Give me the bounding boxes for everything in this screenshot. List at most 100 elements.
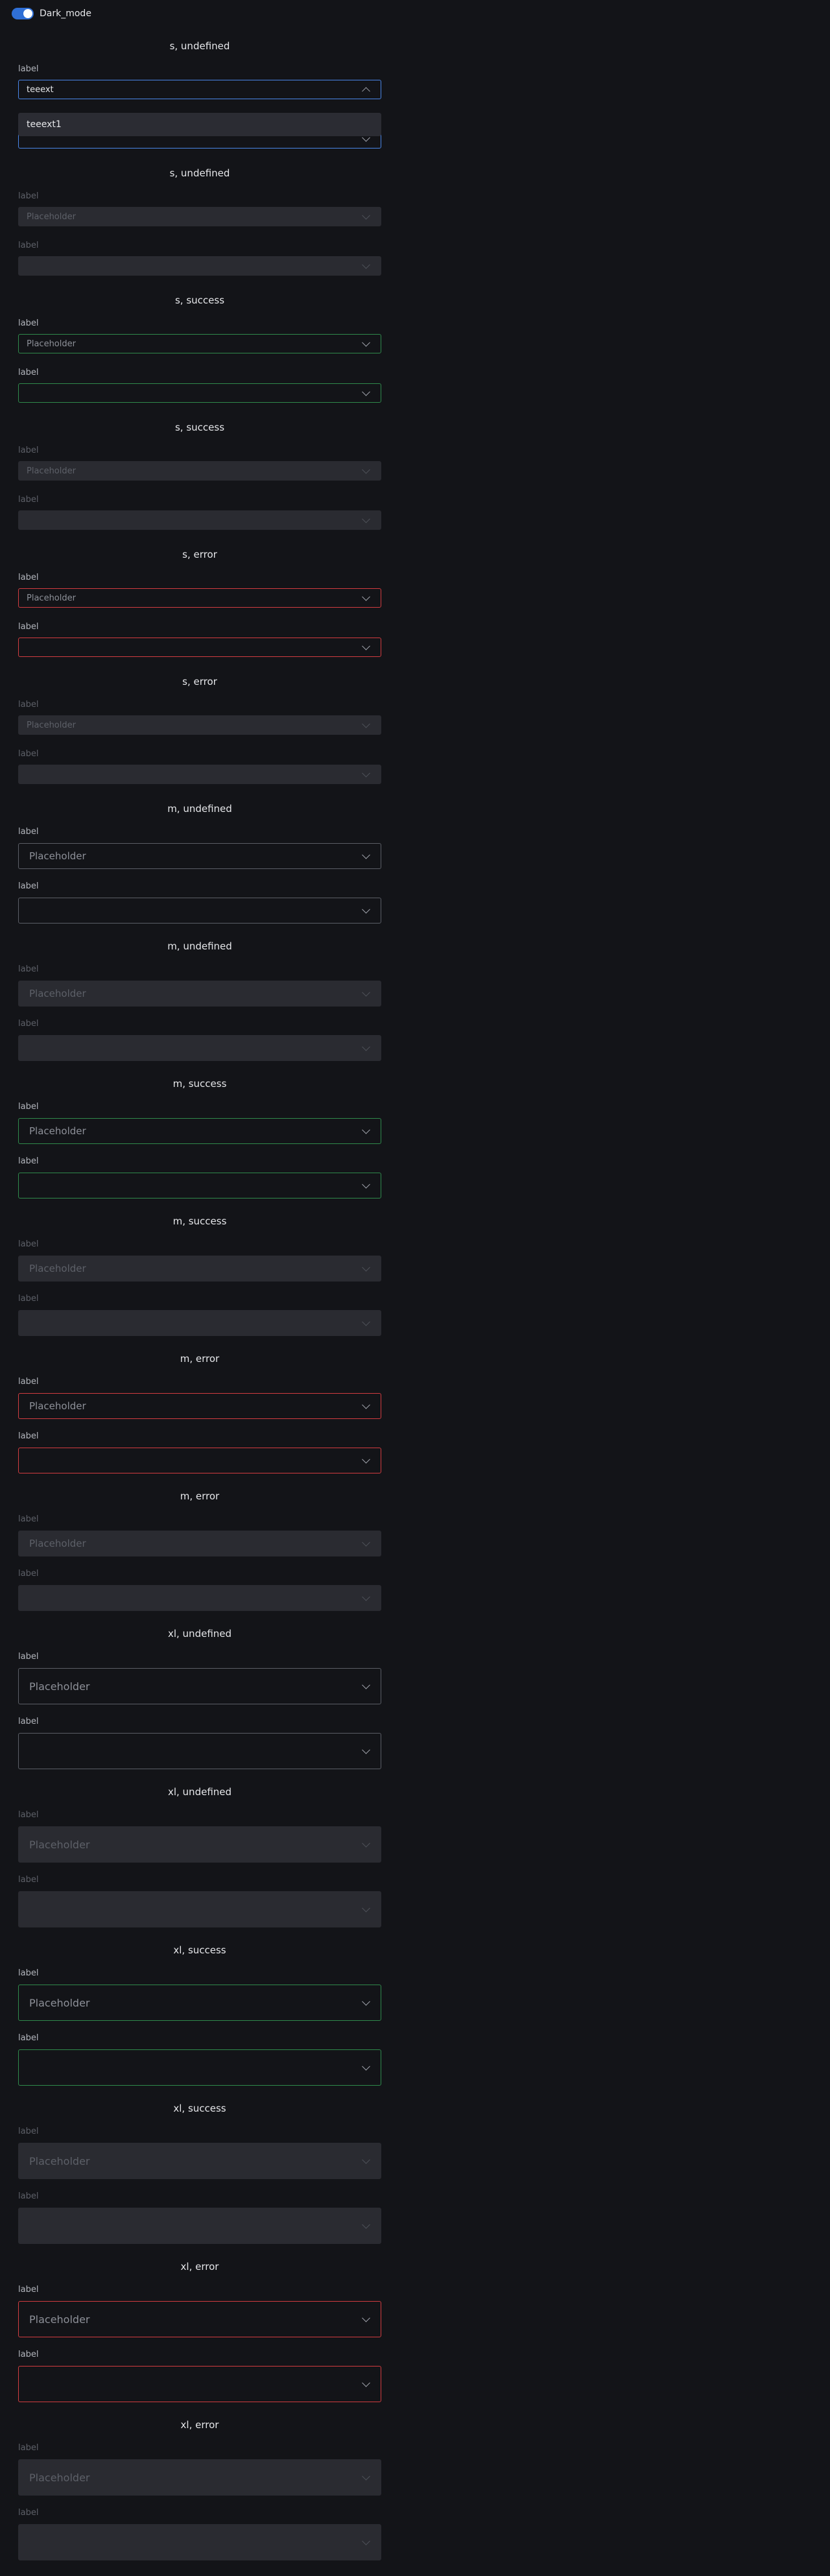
field-label: label (18, 700, 39, 710)
field-label: label (18, 318, 39, 328)
select-placeholder: Placeholder (29, 1996, 90, 2009)
section-title: s, undefined (169, 40, 230, 52)
section-title: s, success (174, 422, 225, 433)
field-label: label (18, 2285, 39, 2295)
field-label: label (18, 64, 39, 74)
chevron-down-icon (362, 2313, 370, 2322)
dark-mode-switch[interactable] (12, 8, 34, 19)
select-placeholder: Placeholder (27, 720, 76, 730)
field-label: label (18, 622, 39, 632)
section-title: xl, error (180, 2419, 219, 2431)
select-input: Placeholder (18, 207, 381, 226)
select-input: Placeholder (18, 1826, 381, 1863)
field-label: label (18, 1156, 39, 1166)
select-input-empty (18, 256, 381, 276)
select-input: Placeholder (18, 715, 381, 735)
chevron-down-icon (362, 1745, 370, 1754)
select-input-empty[interactable] (18, 2366, 381, 2402)
field-label: label (18, 1652, 39, 1662)
select-placeholder: Placeholder (29, 1538, 86, 1549)
field-label: label (18, 1239, 39, 1249)
select-input-empty[interactable] (18, 1733, 381, 1769)
select-input-empty[interactable] (18, 638, 381, 657)
select-value: teeext (27, 84, 54, 95)
chevron-down-icon (362, 1180, 370, 1189)
section-title: m, error (180, 1353, 220, 1365)
dropdown-option-label: teeext1 (27, 119, 62, 130)
field-label: label (18, 1294, 39, 1304)
field-label: label (18, 964, 39, 974)
select-input[interactable]: Placeholder (18, 1118, 381, 1144)
select-input-empty[interactable] (18, 1173, 381, 1199)
select-input-empty (18, 1585, 381, 1611)
select-input[interactable]: teeext (18, 80, 381, 99)
select-placeholder: Placeholder (29, 1400, 86, 1412)
section-title: m, error (180, 1490, 220, 1502)
field-label: label (18, 1968, 39, 1978)
section-title: s, success (174, 294, 225, 306)
field-label: label (18, 1810, 39, 1820)
select-input[interactable]: Placeholder (18, 1668, 381, 1704)
field-label: label (18, 1431, 39, 1441)
select-input-empty (18, 2524, 381, 2560)
field-label: label (18, 1102, 39, 1112)
chevron-down-icon (362, 1125, 370, 1134)
section-title: s, undefined (169, 167, 230, 179)
section-title: xl, success (173, 2103, 226, 2114)
select-input-empty (18, 1035, 381, 1061)
select-input-empty (18, 1310, 381, 1336)
field-label: label (18, 827, 39, 837)
field-label: label (18, 495, 39, 505)
select-input[interactable]: Placeholder (18, 2301, 381, 2337)
chevron-down-icon (362, 1839, 370, 1848)
chevron-down-icon (362, 592, 370, 601)
select-input-empty[interactable] (18, 1448, 381, 1473)
chevron-down-icon (362, 465, 370, 474)
chevron-down-icon (362, 1042, 370, 1051)
chevron-down-icon (362, 2155, 370, 2164)
chevron-down-icon (362, 338, 370, 347)
select-input-empty[interactable] (18, 383, 381, 403)
chevron-down-icon (362, 2536, 370, 2546)
select-input[interactable]: Placeholder (18, 1985, 381, 2021)
section-title: m, undefined (167, 940, 232, 952)
select-input-empty[interactable] (18, 898, 381, 924)
field-label: label (18, 881, 39, 891)
chevron-up-icon (362, 87, 370, 96)
select-placeholder: Placeholder (27, 593, 76, 603)
chevron-down-icon (362, 1592, 370, 1601)
select-input: Placeholder (18, 2459, 381, 2496)
section-title: m, undefined (167, 803, 232, 815)
select-placeholder: Placeholder (27, 339, 76, 349)
section-title: xl, success (173, 1944, 226, 1956)
chevron-down-icon (362, 211, 370, 220)
field-label: label (18, 1514, 39, 1524)
switch-knob (23, 9, 32, 18)
field-label: label (18, 2033, 39, 2043)
select-input[interactable]: Placeholder (18, 334, 381, 353)
select-placeholder: Placeholder (29, 1125, 86, 1137)
select-input: Placeholder (18, 461, 381, 481)
chevron-down-icon (362, 2472, 370, 2481)
select-input: Placeholder (18, 981, 381, 1007)
section-title: xl, undefined (167, 1786, 232, 1798)
select-placeholder: Placeholder (29, 2471, 90, 2484)
field-label: label (18, 2350, 39, 2359)
select-input[interactable]: Placeholder (18, 1393, 381, 1419)
select-input[interactable]: Placeholder (18, 588, 381, 608)
chevron-down-icon (362, 514, 370, 523)
select-dropdown-option[interactable]: teeext1 (18, 113, 381, 136)
chevron-down-icon (362, 1997, 370, 2006)
dark-mode-toggle-row: Dark_mode (12, 6, 91, 21)
select-input-empty (18, 765, 381, 784)
select-input-empty (18, 1891, 381, 1927)
select-placeholder: Placeholder (27, 211, 76, 222)
chevron-down-icon (362, 1455, 370, 1464)
select-input-empty (18, 2208, 381, 2244)
chevron-down-icon (362, 1680, 370, 1689)
select-input[interactable]: Placeholder (18, 843, 381, 869)
field-label: label (18, 1377, 39, 1387)
section-title: xl, undefined (167, 1628, 232, 1640)
field-label: label (18, 368, 39, 377)
select-input-empty[interactable] (18, 2049, 381, 2086)
